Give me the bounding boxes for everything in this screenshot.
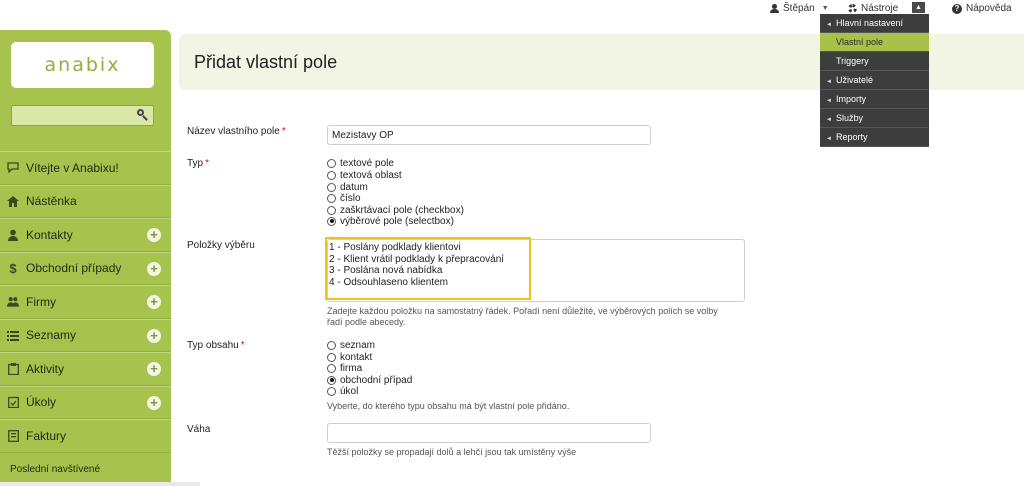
search-box xyxy=(11,105,154,126)
type-option-text-area[interactable]: textová oblast xyxy=(327,169,402,181)
sidebar-item-tasks[interactable]: Úkoly + xyxy=(0,385,171,419)
triangle-left-icon: ◄ xyxy=(826,79,832,85)
tools-menu[interactable]: Nástroje xyxy=(848,3,898,14)
help-link[interactable]: ? Nápověda xyxy=(952,3,1012,14)
triangle-left-icon: ◄ xyxy=(826,117,832,123)
weight-hint: Těžší položky se propadají dolů a lehčí … xyxy=(327,447,577,457)
sidebar: anabix Vítejte v Anabixu! Nástěnka Konta… xyxy=(0,30,171,486)
sidebar-item-activities[interactable]: Aktivity + xyxy=(0,352,171,386)
recent-heading: Poslední navštívené xyxy=(10,464,101,475)
menu-item-services[interactable]: ◄ Služby xyxy=(820,109,929,128)
field-name-label: Název vlastního pole * xyxy=(187,126,286,137)
menu-item-imports[interactable]: ◄ Importy xyxy=(820,90,929,109)
weight-label: Váha xyxy=(187,424,211,435)
radio-button[interactable] xyxy=(327,193,336,203)
search-icon[interactable] xyxy=(137,109,148,120)
type-option-number[interactable]: číslo xyxy=(327,192,361,204)
triangle-left-icon: ◄ xyxy=(826,136,832,142)
tools-toggle-button[interactable]: ▲ xyxy=(912,2,925,13)
radio-button[interactable] xyxy=(327,352,336,362)
menu-item-custom-fields[interactable]: Vlastní pole xyxy=(820,33,929,52)
clipboard-icon xyxy=(7,362,19,375)
type-option-text-field[interactable]: textové pole xyxy=(327,157,394,169)
list-icon xyxy=(7,329,19,341)
radio-button[interactable] xyxy=(327,182,336,192)
triangle-left-icon: ◄ xyxy=(826,22,832,28)
choices-hint: Zadejte každou položku na samostatný řád… xyxy=(327,306,718,327)
required-marker: * xyxy=(240,340,245,351)
content-option-list[interactable]: seznam xyxy=(327,339,375,351)
checklist-icon xyxy=(7,396,19,409)
sidebar-item-deals[interactable]: $ Obchodní případy + xyxy=(0,251,171,285)
content-type-hint: Vyberte, do kterého typu obsahu má být v… xyxy=(327,401,570,411)
add-task-button[interactable]: + xyxy=(147,395,161,410)
required-marker: * xyxy=(205,158,210,169)
person-icon xyxy=(7,229,19,241)
sidebar-item-invoices[interactable]: Faktury xyxy=(0,419,171,453)
radio-button[interactable] xyxy=(327,170,336,180)
tools-dropdown: ◄ Hlavní nastavení Vlastní pole Triggery … xyxy=(820,14,929,147)
weight-input[interactable] xyxy=(327,423,651,443)
triangle-left-icon: ◄ xyxy=(826,98,832,104)
horizontal-scrollbar[interactable] xyxy=(0,482,200,486)
help-label: Nápověda xyxy=(966,3,1012,14)
radio-button-checked[interactable] xyxy=(327,216,336,226)
field-name-input[interactable] xyxy=(327,125,651,145)
content-option-company[interactable]: firma xyxy=(327,362,362,374)
sidebar-item-dashboard[interactable]: Nástěnka xyxy=(0,184,171,218)
choices-label: Položky výběru xyxy=(187,240,255,251)
sidebar-item-lists[interactable]: Seznamy + xyxy=(0,318,171,352)
radio-button[interactable] xyxy=(327,386,336,396)
type-label: Typ * xyxy=(187,158,210,169)
add-list-button[interactable]: + xyxy=(147,328,161,343)
chevron-down-icon: ▼ xyxy=(821,5,829,12)
menu-item-triggers[interactable]: Triggery xyxy=(820,52,929,71)
menu-item-reports[interactable]: ◄ Reporty xyxy=(820,128,929,147)
home-icon xyxy=(7,195,19,207)
radio-button-checked[interactable] xyxy=(327,375,336,385)
menu-item-users[interactable]: ◄ Uživatelé xyxy=(820,71,929,90)
logo[interactable]: anabix xyxy=(11,42,154,88)
add-activity-button[interactable]: + xyxy=(147,362,161,376)
radio-button[interactable] xyxy=(327,158,336,168)
search-input[interactable] xyxy=(12,106,130,125)
user-icon xyxy=(770,4,779,13)
sidebar-item-welcome[interactable]: Vítejte v Anabixu! xyxy=(0,151,171,185)
radio-button[interactable] xyxy=(327,363,336,373)
tools-label: Nástroje xyxy=(861,3,899,14)
add-deal-button[interactable]: + xyxy=(147,261,161,276)
radio-button[interactable] xyxy=(327,205,336,215)
add-company-button[interactable]: + xyxy=(147,295,161,309)
gear-icon xyxy=(848,4,857,13)
user-name: Štěpán xyxy=(783,3,815,14)
content-type-label: Typ obsahu * xyxy=(187,340,245,351)
type-option-selectbox[interactable]: výběrové pole (selectbox) xyxy=(327,215,454,227)
radio-button[interactable] xyxy=(327,340,336,350)
user-menu[interactable]: Štěpán ▼ xyxy=(770,3,829,14)
sidebar-item-companies[interactable]: Firmy + xyxy=(0,285,171,319)
logo-text: anabix xyxy=(44,54,121,76)
chat-icon xyxy=(7,162,19,174)
help-icon: ? xyxy=(952,3,962,14)
content-option-task[interactable]: úkol xyxy=(327,385,358,397)
add-contact-button[interactable]: + xyxy=(147,228,161,242)
highlight-box xyxy=(325,237,531,300)
invoice-icon xyxy=(7,429,19,442)
page-title: Přidat vlastní pole xyxy=(194,52,338,72)
required-marker: * xyxy=(281,126,286,137)
sidebar-nav: Vítejte v Anabixu! Nástěnka Kontakty + $… xyxy=(0,151,171,453)
sidebar-item-contacts[interactable]: Kontakty + xyxy=(0,218,171,252)
menu-item-main-settings[interactable]: ◄ Hlavní nastavení xyxy=(820,14,929,33)
dollar-icon: $ xyxy=(9,260,17,276)
group-icon xyxy=(7,296,19,308)
